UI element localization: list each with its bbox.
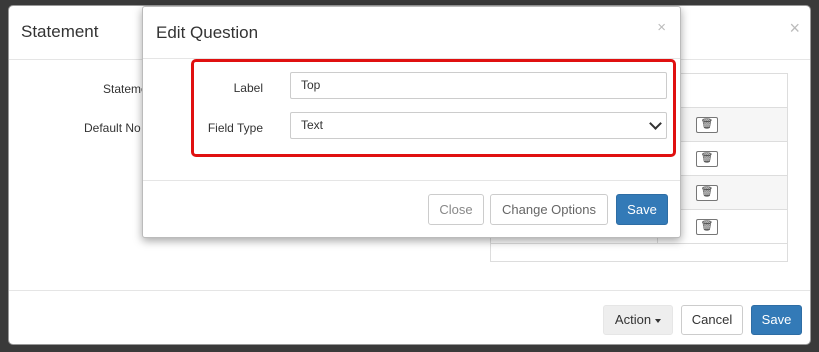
statement-save-button[interactable]: Save (751, 305, 802, 335)
trash-icon[interactable]: 🗑 (696, 185, 718, 201)
statement-modal-footer: Action Cancel Save (9, 290, 810, 346)
statement-modal-title: Statement (21, 22, 99, 41)
edit-question-title: Edit Question (156, 23, 259, 42)
field-type-selected-value: Text (301, 118, 324, 132)
cancel-button[interactable]: Cancel (681, 305, 743, 335)
chevron-down-icon (649, 117, 662, 130)
close-button[interactable]: Close (428, 194, 484, 225)
change-options-button[interactable]: Change Options (490, 194, 608, 225)
field-type-select[interactable]: Text (290, 112, 667, 139)
action-button-label: Action (614, 312, 652, 327)
table-row (491, 243, 787, 262)
label-field-caption: Label (233, 81, 263, 95)
edit-question-close-icon[interactable]: × (657, 19, 666, 36)
statement-modal-close-icon[interactable]: × (789, 18, 800, 39)
trash-icon[interactable]: 🗑 (696, 219, 718, 235)
default-note-field-label: Default No (84, 121, 141, 135)
caret-down-icon (655, 318, 662, 323)
trash-icon[interactable]: 🗑 (696, 151, 718, 167)
edit-question-modal: Edit Question × Label Top Field Type Tex… (142, 6, 681, 238)
action-dropdown-button[interactable]: Action (603, 305, 673, 335)
edit-question-save-button[interactable]: Save (616, 194, 668, 225)
statement-field-label: Stateme (103, 82, 148, 96)
field-type-caption: Field Type (207, 121, 263, 135)
trash-icon[interactable]: 🗑 (696, 117, 718, 133)
label-input[interactable]: Top (290, 72, 667, 99)
